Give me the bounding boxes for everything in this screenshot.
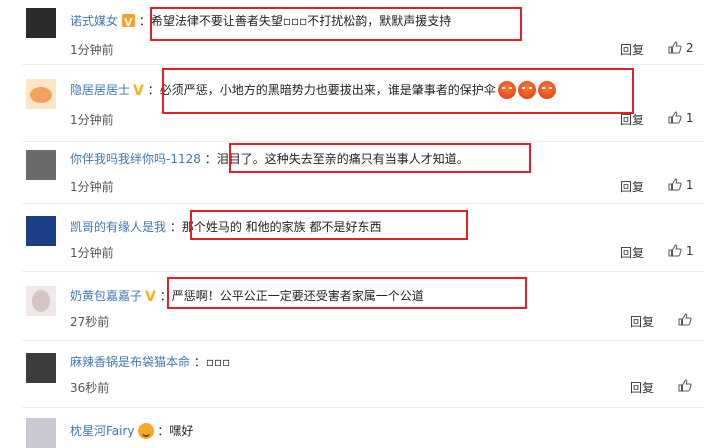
avatar[interactable] (26, 286, 56, 316)
reply-button[interactable]: 回复 (620, 178, 644, 195)
vip-badge-icon (122, 12, 136, 34)
avatar[interactable] (26, 79, 56, 109)
like-count: 1 (685, 244, 694, 258)
avatar[interactable] (26, 150, 56, 180)
thumbs-up-icon (668, 111, 682, 124)
reply-button[interactable]: 回复 (630, 313, 654, 330)
like-count: 2 (685, 41, 694, 55)
thumbs-up-icon (668, 244, 682, 257)
like-count: 1 (685, 111, 694, 125)
reply-button[interactable]: 回复 (620, 41, 644, 58)
comment-item: 麻辣香锅是布袋猫本命 ：▫▫▫ 36秒前 回复 (0, 341, 726, 407)
smile-emoji-icon (137, 423, 154, 439)
comment-item: 枕星河Fairy ：嘿好 (0, 408, 726, 448)
highlight-box (167, 277, 527, 309)
highlight-box (162, 68, 634, 114)
timestamp: 36秒前 (70, 381, 110, 395)
v-verified-icon: V (145, 289, 156, 305)
avatar[interactable] (26, 353, 56, 383)
thumbs-up-icon (668, 178, 682, 191)
thumbs-up-icon (678, 313, 692, 326)
timestamp: 1分钟前 (70, 180, 114, 194)
colon: ： (169, 220, 182, 234)
like-button[interactable] (678, 313, 692, 327)
highlight-box (190, 210, 468, 240)
colon: ： (204, 152, 217, 166)
username-link[interactable]: 麻辣香锅是布袋猫本命 (70, 355, 190, 369)
comment-text: ▫▫▫ (205, 355, 231, 369)
timestamp: 1分钟前 (70, 113, 114, 127)
colon: ： (147, 83, 160, 97)
timestamp: 27秒前 (70, 315, 110, 329)
v-verified-icon: V (133, 83, 144, 99)
timestamp: 1分钟前 (70, 246, 114, 260)
highlight-box (150, 7, 522, 41)
avatar[interactable] (26, 8, 56, 38)
highlight-box (229, 143, 531, 173)
username-link[interactable]: 隐居居居士 (70, 83, 130, 97)
username-link[interactable]: 诺式媒女 (70, 14, 118, 28)
username-link[interactable]: 凯哥的有缘人是我 (70, 220, 166, 234)
colon: ： (193, 355, 206, 369)
like-count: 1 (685, 178, 694, 192)
username-link[interactable]: 你伴我吗我绊你吗-1128 (70, 152, 201, 166)
timestamp: 1分钟前 (70, 43, 114, 57)
like-button[interactable]: 1 (668, 178, 693, 192)
avatar[interactable] (26, 216, 56, 246)
comment-line: 枕星河Fairy ：嘿好 (70, 420, 193, 442)
colon: ： (157, 424, 170, 438)
username-link[interactable]: 奶黄包嘉嘉子 (70, 289, 142, 303)
like-button[interactable]: 2 (668, 41, 693, 55)
reply-button[interactable]: 回复 (630, 379, 654, 396)
like-button[interactable]: 1 (668, 111, 693, 125)
reply-button[interactable]: 回复 (620, 244, 644, 261)
thumbs-up-icon (678, 379, 692, 392)
like-button[interactable] (678, 379, 692, 393)
like-button[interactable]: 1 (668, 244, 693, 258)
comment-text: 嘿好 (169, 424, 194, 438)
comment-line: 麻辣香锅是布袋猫本命 ：▫▫▫ (70, 351, 230, 373)
thumbs-up-icon (668, 41, 682, 54)
avatar[interactable] (26, 418, 56, 448)
username-link[interactable]: 枕星河Fairy (70, 424, 135, 438)
